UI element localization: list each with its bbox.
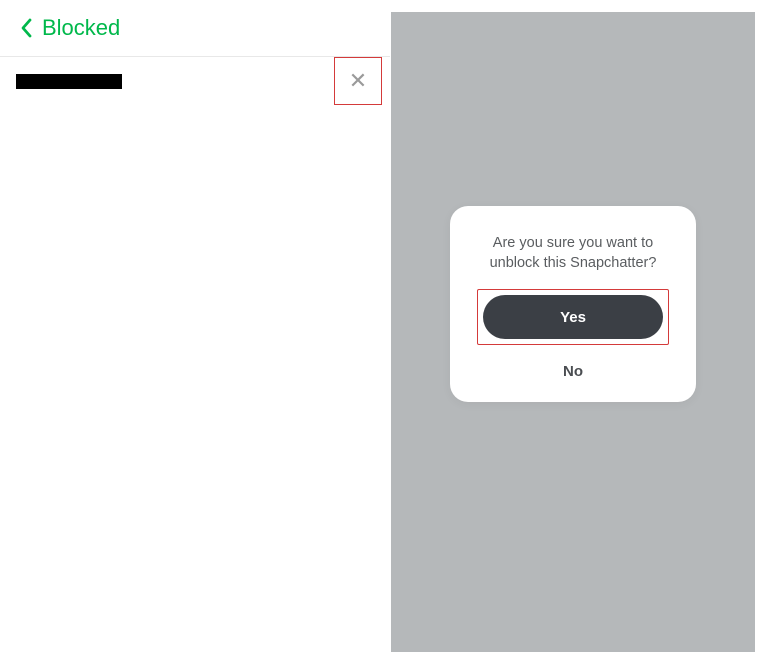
blocked-list-panel: Blocked ✕ [0,0,390,640]
yes-button[interactable]: Yes [483,295,663,339]
back-chevron-icon[interactable] [20,18,32,38]
modal-overlay-panel: Are you sure you want to unblock this Sn… [391,12,755,652]
no-button[interactable]: No [563,357,583,384]
blocked-username-redacted [16,74,122,89]
confirm-dialog: Are you sure you want to unblock this Sn… [450,206,696,402]
yes-button-highlight: Yes [477,289,669,345]
close-icon: ✕ [349,68,367,94]
page-header: Blocked [0,0,390,57]
blocked-user-row: ✕ [0,57,390,105]
dialog-line-2: unblock this Snapchatter? [490,255,657,271]
dialog-line-1: Are you sure you want to [493,235,653,251]
dialog-message: Are you sure you want to unblock this Sn… [490,234,657,273]
page-title: Blocked [42,15,120,41]
unblock-button[interactable]: ✕ [334,57,382,105]
